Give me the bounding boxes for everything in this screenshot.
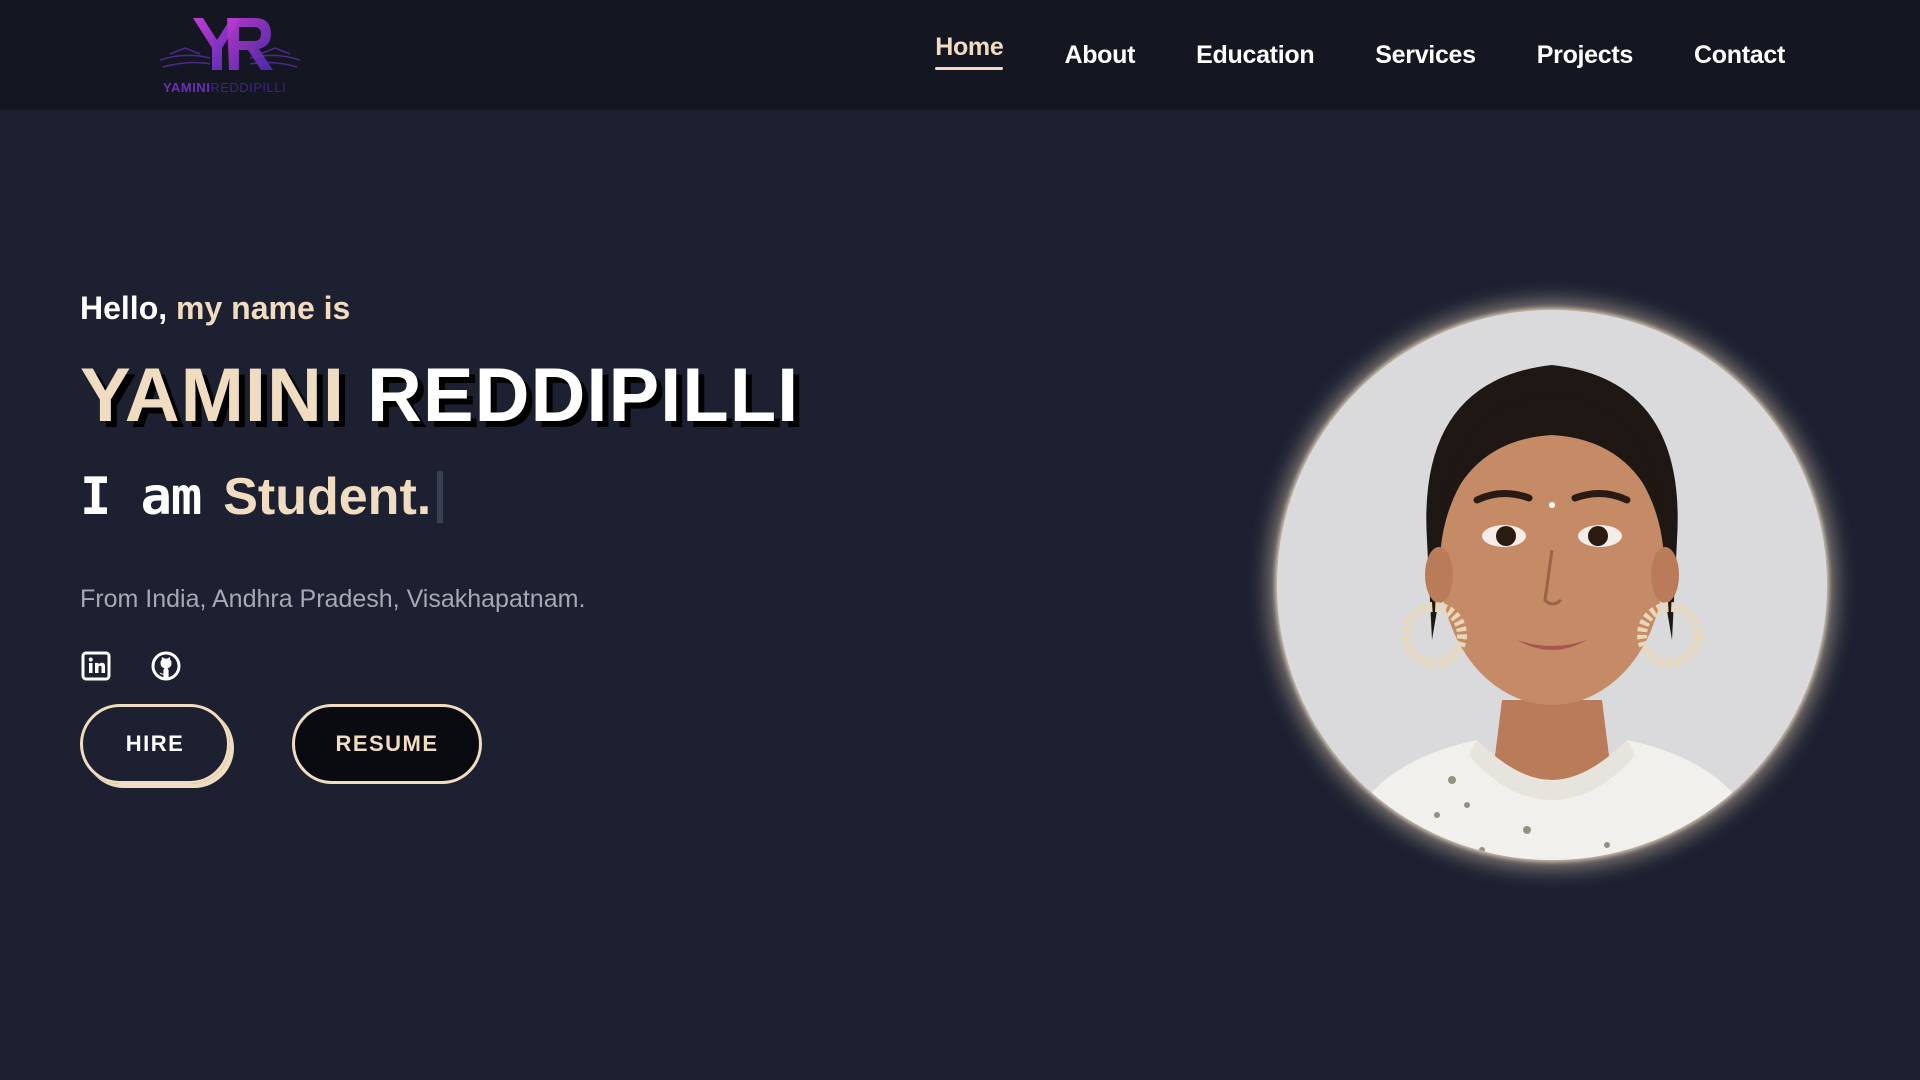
nav-item-about[interactable]: About <box>1064 41 1135 70</box>
linkedin-icon <box>81 651 111 681</box>
role-prefix: I am <box>80 467 202 527</box>
hero-section: Hello, my name is YAMINI REDDIPILLI I am … <box>80 290 799 784</box>
last-name: REDDIPILLI <box>367 353 800 438</box>
nav-item-contact[interactable]: Contact <box>1694 41 1785 70</box>
nav-item-services[interactable]: Services <box>1375 41 1476 70</box>
hero-greeting: Hello, my name is <box>80 290 799 327</box>
hero-location: From India, Andhra Pradesh, Visakhapatna… <box>80 585 586 613</box>
hero-buttons: HIRE RESUME <box>80 704 799 784</box>
profile-photo-illustration <box>1277 310 1827 860</box>
nav-links: Home About Education Services Projects C… <box>874 0 1785 110</box>
nav-item-home[interactable]: Home <box>935 33 1004 70</box>
role-word: Student. <box>223 468 432 526</box>
profile-photo <box>1277 310 1827 860</box>
hire-button[interactable]: HIRE <box>80 704 230 784</box>
first-name: YAMINI <box>80 353 346 438</box>
hero-name: YAMINI REDDIPILLI <box>80 352 799 439</box>
greeting-prefix: Hello, <box>80 290 168 326</box>
resume-button[interactable]: RESUME <box>292 704 482 784</box>
nav-item-projects[interactable]: Projects <box>1537 41 1634 70</box>
linkedin-link[interactable] <box>80 650 112 682</box>
hero-role: I am Student. <box>80 467 799 527</box>
yr-monogram-logo <box>159 18 301 70</box>
nav-item-education[interactable]: Education <box>1196 41 1314 70</box>
github-icon <box>151 651 181 681</box>
greeting-accent: my name is <box>176 290 351 326</box>
logo-wordmark-part2: REDDIPILLI <box>210 80 287 95</box>
typing-cursor <box>437 471 444 523</box>
logo-wordmark: YAMINIREDDIPILLI <box>163 80 313 95</box>
github-link[interactable] <box>150 650 182 682</box>
social-links <box>80 650 799 682</box>
navbar: YAMINIREDDIPILLI Home About Education Se… <box>0 0 1920 110</box>
logo-wordmark-part1: YAMINI <box>163 80 211 95</box>
site-logo[interactable]: YAMINIREDDIPILLI <box>155 12 305 98</box>
